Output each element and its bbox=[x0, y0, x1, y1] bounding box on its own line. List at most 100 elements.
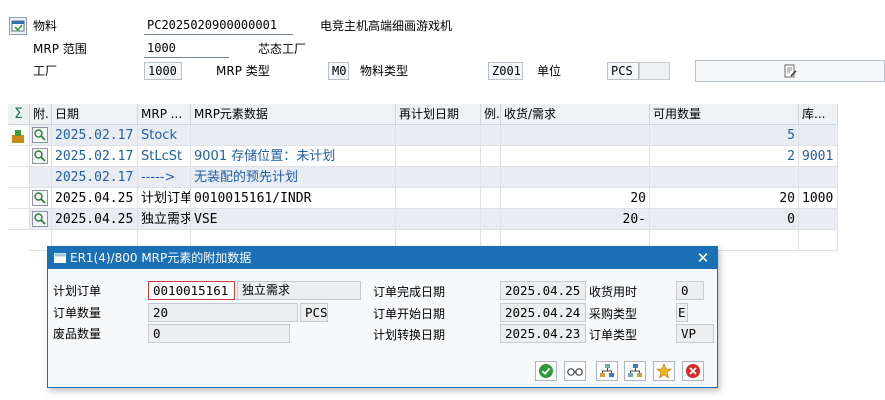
dialog-title-text: ER1(4)/800 MRP元素的附加数据 bbox=[70, 251, 252, 265]
row-detail-cell[interactable] bbox=[30, 188, 52, 209]
star-icon bbox=[656, 363, 672, 379]
accept-button[interactable] bbox=[535, 361, 557, 381]
unit-extra-field bbox=[639, 62, 670, 80]
table-row[interactable]: 2025.02.17 -----> 无装配的预先计划 bbox=[8, 167, 838, 188]
row-resched-cell bbox=[396, 146, 481, 167]
material-description: 电竞主机高端细画游戏机 bbox=[320, 19, 453, 33]
close-icon[interactable]: ✕ bbox=[695, 249, 711, 267]
material-field[interactable]: PC2025020900000001 bbox=[144, 17, 293, 35]
row-detail-cell[interactable] bbox=[30, 125, 52, 146]
details-icon[interactable] bbox=[32, 127, 48, 143]
col-header-reschedule-date[interactable]: 再计划日期 bbox=[396, 104, 481, 125]
row-detail-cell[interactable] bbox=[30, 146, 52, 167]
hierarchy-icon bbox=[600, 364, 614, 377]
material-type-field[interactable]: Z001 bbox=[488, 62, 523, 80]
row-ex-cell bbox=[481, 209, 501, 230]
order-finish-date-field[interactable]: 2025.04.25 bbox=[500, 281, 586, 300]
mrp-area-field[interactable]: 1000 bbox=[144, 40, 229, 58]
table-row[interactable]: 2025.04.25 计划订单 0010015161/INDR 20 20 1000 bbox=[8, 188, 838, 209]
row-detail-cell[interactable] bbox=[30, 209, 52, 230]
material-label: 物料 bbox=[33, 19, 58, 33]
row-mrp-cell: 独立需求 bbox=[138, 209, 191, 230]
plan-convert-date-field[interactable]: 2025.04.23 bbox=[500, 324, 586, 343]
details-icon[interactable] bbox=[32, 190, 48, 206]
row-date-cell: 2025.02.17 bbox=[52, 125, 138, 146]
row-spacer bbox=[8, 209, 30, 230]
planned-order-field[interactable]: 0010015161 bbox=[148, 281, 235, 300]
order-type-label: 订单类型 bbox=[589, 328, 638, 342]
row-date-cell: 2025.02.17 bbox=[52, 167, 138, 188]
row-stor-cell bbox=[799, 209, 838, 230]
order-finish-date-label: 订单完成日期 bbox=[373, 285, 446, 299]
col-header-mrp-element-data[interactable]: MRP元素数据 bbox=[191, 104, 396, 125]
row-detail-cell bbox=[30, 167, 52, 188]
scrap-qty-label: 废品数量 bbox=[53, 327, 102, 341]
row-recreq-cell bbox=[501, 146, 650, 167]
scrap-qty-field[interactable]: 0 bbox=[148, 324, 290, 343]
material-display-icon[interactable] bbox=[9, 17, 27, 35]
unit-field[interactable]: PCS bbox=[607, 62, 639, 80]
details-icon[interactable] bbox=[32, 211, 48, 227]
display-icon bbox=[567, 368, 583, 376]
gr-processing-time-field[interactable]: 0 bbox=[676, 281, 704, 300]
order-type-field[interactable]: VP bbox=[676, 324, 714, 343]
cancel-button[interactable] bbox=[682, 361, 704, 381]
display-button[interactable] bbox=[564, 361, 586, 381]
col-header-storage[interactable]: 库... bbox=[799, 104, 838, 125]
mrp-type-field[interactable]: M0 bbox=[328, 62, 349, 80]
procurement-type-label: 采购类型 bbox=[589, 307, 638, 321]
table-row[interactable]: 2025.02.17 StLcSt 9001 存储位置：未计划 2 9001 bbox=[8, 146, 838, 167]
check-icon bbox=[539, 364, 553, 378]
plan-convert-date-label: 计划转换日期 bbox=[373, 328, 446, 342]
row-avail-cell: 2 bbox=[650, 146, 799, 167]
favorite-button[interactable] bbox=[653, 361, 675, 381]
plant-field[interactable]: 1000 bbox=[144, 62, 182, 80]
row-mrp-cell: -----> bbox=[138, 167, 191, 188]
details-icon[interactable] bbox=[32, 148, 48, 164]
mrp-element-details-dialog: ER1(4)/800 MRP元素的附加数据 ✕ 计划订单 0010015161 … bbox=[47, 246, 718, 388]
procurement-type-field[interactable]: E bbox=[676, 303, 688, 322]
row-spacer bbox=[8, 167, 30, 188]
row-stor-cell bbox=[799, 167, 838, 188]
sum-button[interactable]: Σ bbox=[8, 104, 30, 125]
hierarchy-alt-icon bbox=[628, 364, 642, 377]
row-ex-cell bbox=[481, 188, 501, 209]
row-stor-cell: 9001 bbox=[799, 146, 838, 167]
plant-label: 工厂 bbox=[33, 64, 58, 78]
mrp-area-label: MRP 范围 bbox=[33, 42, 87, 56]
row-stor-cell: 1000 bbox=[799, 188, 838, 209]
gr-processing-time-label: 收货用时 bbox=[589, 285, 638, 299]
cancel-icon bbox=[686, 364, 700, 378]
hierarchy-alt-button[interactable] bbox=[624, 361, 646, 381]
planned-order-label: 计划订单 bbox=[53, 284, 102, 298]
hierarchy-button[interactable] bbox=[596, 361, 618, 381]
col-header-exception[interactable]: 例. bbox=[481, 104, 501, 125]
row-data-cell: 无装配的预先计划 bbox=[191, 167, 396, 188]
row-recreq-cell bbox=[501, 167, 650, 188]
table-row[interactable]: 2025.02.17 Stock 5 bbox=[8, 125, 838, 146]
row-avail-cell: 0 bbox=[650, 209, 799, 230]
row-ex-cell bbox=[481, 146, 501, 167]
row-data-cell: VSE bbox=[191, 209, 396, 230]
row-mrp-cell: 计划订单 bbox=[138, 188, 191, 209]
transfer-icon[interactable] bbox=[10, 128, 26, 144]
col-header-mrp-element[interactable]: MRP ... bbox=[138, 104, 191, 125]
edit-document-icon bbox=[784, 64, 797, 78]
dialog-title: ER1(4)/800 MRP元素的附加数据 bbox=[48, 247, 717, 269]
row-recreq-cell: 20 bbox=[501, 188, 650, 209]
header-detail-button[interactable] bbox=[695, 60, 885, 82]
row-recreq-cell bbox=[501, 125, 650, 146]
row-resched-cell bbox=[396, 188, 481, 209]
col-header-date[interactable]: 日期 bbox=[52, 104, 138, 125]
col-header-attach[interactable]: 附. bbox=[30, 104, 52, 125]
table-row[interactable]: 2025.04.25 独立需求 VSE 20- 0 bbox=[8, 209, 838, 230]
col-header-receipt-requirement[interactable]: 收货/需求 bbox=[501, 104, 650, 125]
order-qty-field[interactable]: 20 bbox=[148, 303, 298, 322]
mrp-type-label: MRP 类型 bbox=[216, 64, 270, 78]
unit-label: 单位 bbox=[537, 64, 562, 78]
order-qty-label: 订单数量 bbox=[53, 306, 102, 320]
dialog-window-icon bbox=[54, 253, 66, 263]
order-start-date-field[interactable]: 2025.04.24 bbox=[500, 303, 586, 322]
row-spacer bbox=[8, 146, 30, 167]
col-header-available-qty[interactable]: 可用数量 bbox=[650, 104, 799, 125]
